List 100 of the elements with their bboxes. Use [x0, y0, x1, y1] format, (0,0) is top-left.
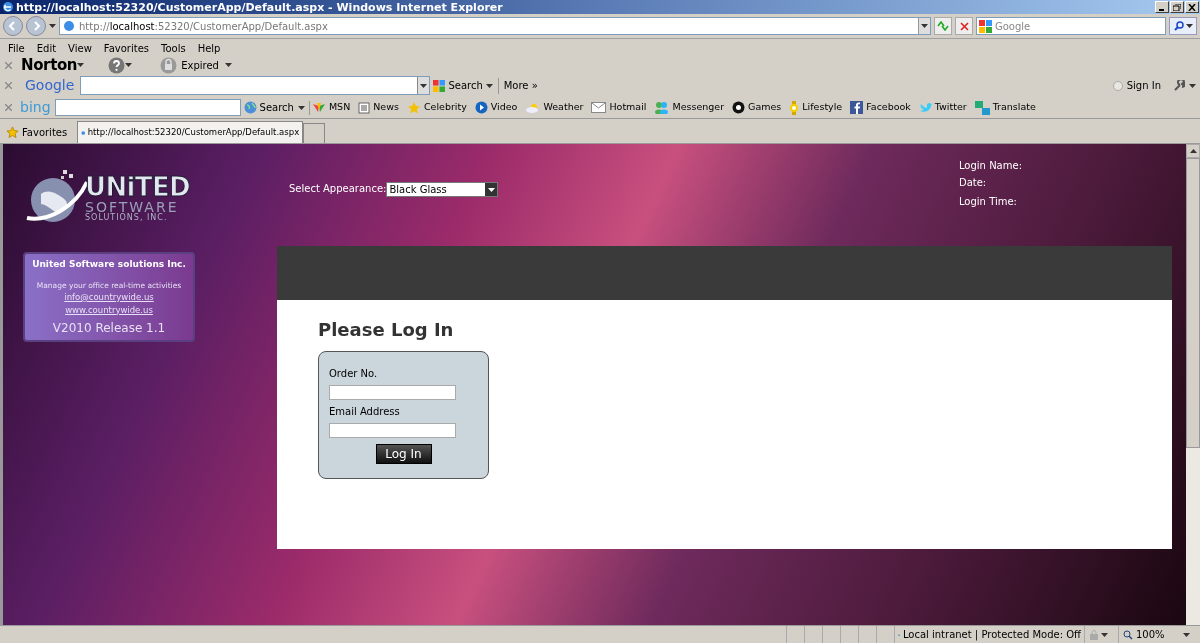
star-icon	[406, 100, 421, 115]
toolbar-link[interactable]: Video	[474, 100, 518, 115]
back-icon	[8, 21, 18, 31]
google-icon	[979, 19, 992, 33]
refresh-button[interactable]	[934, 17, 952, 35]
field-label: Email Address	[329, 405, 401, 419]
envelope-icon	[591, 102, 607, 113]
menu-item[interactable]: Tools	[161, 41, 186, 56]
zoom-button[interactable]: 100%	[1119, 627, 1183, 642]
wrench-icon[interactable]	[1173, 79, 1185, 92]
toolbar-link[interactable]: Lifestyle	[789, 100, 843, 115]
translate-icon	[974, 100, 990, 115]
logo-text: UNiTED	[85, 174, 190, 200]
help-icon[interactable]	[108, 56, 126, 74]
ball-icon	[732, 101, 746, 114]
caret-icon[interactable]	[921, 24, 928, 28]
browser-tab[interactable]: http://localhost:52320/CustomerApp/Default.aspx	[77, 121, 304, 143]
caret-icon[interactable]	[1183, 632, 1190, 637]
address-field[interactable]: http://localhost:52320/CustomerApp/Default.aspx	[59, 17, 931, 35]
cloud-icon	[525, 101, 541, 114]
globe-icon	[243, 101, 257, 114]
norton-logo[interactable]: Norton	[21, 53, 78, 77]
toolbar-link[interactable]: Twitter	[918, 100, 967, 115]
session-label: Date:	[958, 176, 988, 190]
logo-tagline: SOLUTIONS, INC.	[85, 214, 168, 222]
close-icon	[1188, 3, 1196, 11]
text-field[interactable]	[329, 423, 456, 438]
scroll-up-button[interactable]	[1186, 144, 1200, 158]
watch-icon	[789, 100, 800, 115]
butterfly-icon	[311, 101, 326, 114]
toolbar-link[interactable]: MSN	[311, 100, 351, 115]
search-input[interactable]: Google	[995, 18, 1145, 34]
search-field[interactable]: Google	[976, 17, 1166, 35]
forward-icon	[31, 21, 41, 31]
toolbar-link[interactable]: Hotmail	[591, 100, 647, 115]
caret-icon[interactable]	[49, 24, 56, 28]
email-link[interactable]: info@countrywide.us	[64, 290, 154, 304]
field-label: Order No.	[329, 367, 379, 381]
bing-search-field[interactable]	[54, 99, 241, 116]
google-icon	[433, 79, 446, 92]
menu-item[interactable]: Favorites	[103, 41, 149, 56]
magnifier-icon	[1123, 629, 1133, 640]
toolbar-link[interactable]: Translate	[974, 100, 1036, 115]
website-link[interactable]: www.countrywide.us	[65, 303, 153, 317]
caret-icon[interactable]	[297, 105, 305, 110]
window-title: http://localhost:52320/CustomerApp/Default.aspx - Windows Internet Explorer	[16, 1, 503, 13]
toolbar-link[interactable]: Facebook	[850, 100, 911, 115]
grid-icon	[358, 101, 371, 114]
back-button[interactable]	[3, 16, 23, 36]
toolbar-link[interactable]: Celebrity	[406, 100, 467, 115]
caret-icon[interactable]	[77, 63, 85, 67]
login-button[interactable]: Log In	[375, 444, 432, 464]
restore-icon	[1173, 3, 1181, 11]
restore-button[interactable]	[1170, 1, 1184, 13]
toolbar-link[interactable]: Messenger	[654, 100, 725, 115]
logo-subtitle: SOFTWARE	[85, 200, 180, 214]
google-logo[interactable]: Google	[25, 75, 75, 96]
search-button[interactable]	[1169, 17, 1197, 35]
close-button[interactable]	[1185, 1, 1199, 13]
norton-status[interactable]: Expired	[181, 57, 219, 73]
toolbar-link[interactable]: Games	[732, 100, 782, 115]
bird-icon	[918, 101, 932, 114]
menu-item[interactable]: File	[8, 41, 25, 56]
scrollbar[interactable]	[1186, 144, 1200, 625]
facebook-icon	[850, 101, 864, 114]
people-icon	[654, 101, 670, 114]
caret-icon[interactable]	[1185, 24, 1193, 28]
google-search-field[interactable]	[80, 76, 431, 95]
appearance-select[interactable]: Black Glass	[386, 182, 499, 197]
more-button[interactable]: More »	[503, 78, 538, 93]
bing-search-button[interactable]: Search	[243, 100, 294, 115]
dropdown-icon	[487, 187, 495, 192]
browser-icon	[2, 1, 14, 13]
caret-icon[interactable]	[125, 63, 133, 67]
zone-status: Local intranet | Protected Mode: Off	[902, 628, 1081, 642]
caret-icon[interactable]	[420, 83, 428, 88]
session-label: Login Time:	[958, 195, 1018, 209]
favorites-button[interactable]: Favorites	[0, 121, 74, 143]
scrollbar-thumb[interactable]	[1186, 158, 1200, 448]
menu-item[interactable]: Edit	[36, 41, 57, 56]
menu-item[interactable]: Help	[197, 41, 221, 56]
toolbar-link[interactable]: News	[358, 100, 399, 115]
stop-button[interactable]	[955, 17, 973, 35]
appearance-label: Select Appearance:	[289, 182, 387, 196]
minimize-button[interactable]	[1155, 1, 1169, 13]
google-search-button[interactable]: Search	[433, 78, 483, 93]
refresh-icon	[937, 21, 949, 31]
menu-item[interactable]: View	[68, 41, 92, 56]
company-name: United Software solutions Inc.	[32, 258, 186, 271]
play-icon	[474, 101, 488, 114]
caret-icon[interactable]	[485, 83, 493, 88]
stop-icon	[959, 21, 969, 31]
url-text: http://localhost:52320/CustomerApp/Default.aspx	[79, 19, 328, 34]
caret-icon[interactable]	[1101, 632, 1108, 637]
text-field[interactable]	[329, 385, 456, 400]
sign-in-button[interactable]: Sign In	[1126, 78, 1161, 93]
up-arrow-icon	[1189, 149, 1197, 153]
toolbar-link[interactable]: Weather	[525, 100, 584, 115]
caret-icon[interactable]	[1189, 83, 1196, 88]
caret-icon[interactable]	[224, 63, 232, 67]
